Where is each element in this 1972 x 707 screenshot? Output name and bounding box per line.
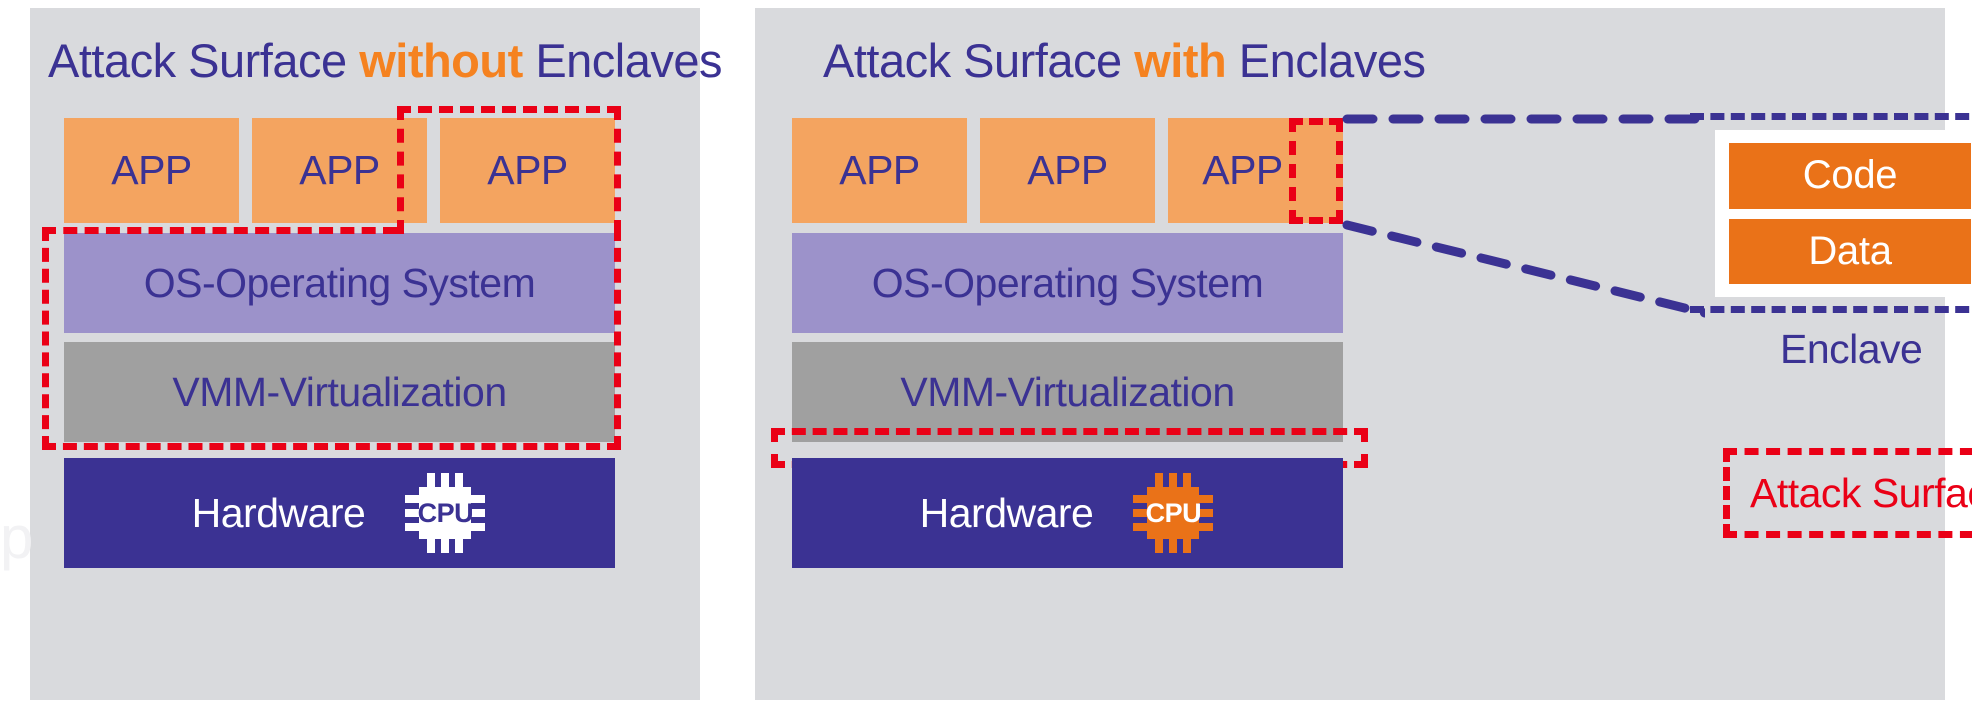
attack-surface-outline-os-vmm-top xyxy=(42,227,397,234)
left-title-highlight: without xyxy=(359,34,523,87)
cpu-icon: CPU xyxy=(403,471,487,555)
hardware-box[interactable]: Hardware CPU xyxy=(64,458,615,568)
os-box[interactable]: OS-Operating System xyxy=(792,233,1343,333)
right-title-highlight: with xyxy=(1134,34,1227,87)
enclave-caption: Enclave xyxy=(1780,326,1923,372)
os-label: OS-Operating System xyxy=(871,259,1264,306)
vmm-box[interactable]: VMM-Virtualization xyxy=(792,342,1343,442)
right-title-prefix: Attack Surface xyxy=(823,34,1135,87)
hardware-label: Hardware xyxy=(191,489,366,536)
left-panel-title: Attack Surface without Enclaves xyxy=(48,33,723,88)
cpu-icon: CPU xyxy=(1131,471,1215,555)
app-label: APP xyxy=(111,147,192,193)
left-title-suffix: Enclaves xyxy=(522,34,723,87)
app-label: APP xyxy=(839,147,920,193)
hardware-box[interactable]: Hardware CPU xyxy=(792,458,1343,568)
hardware-label: Hardware xyxy=(919,489,1094,536)
watermark: p xyxy=(0,504,34,571)
cpu-label: CPU xyxy=(417,497,474,528)
attack-surface-outline-app xyxy=(397,106,621,234)
panel-with-enclaves: Attack Surface with Enclaves APP APP APP… xyxy=(755,8,1972,700)
left-title-prefix: Attack Surface xyxy=(48,34,360,87)
enclave-box[interactable]: Code Data xyxy=(1715,130,1972,297)
app-box-1[interactable]: APP xyxy=(792,118,967,223)
enclave-data-label: Data xyxy=(1808,228,1892,273)
legend-attack-surface-label: Attack Surface xyxy=(1750,470,1972,516)
app-box-2[interactable]: APP xyxy=(980,118,1155,223)
app-label: APP xyxy=(299,147,380,193)
right-title-suffix: Enclaves xyxy=(1226,34,1426,87)
app-box-1[interactable]: APP xyxy=(64,118,239,223)
vmm-label: VMM-Virtualization xyxy=(900,368,1235,415)
enclave-connector-lines xyxy=(1342,114,1705,318)
attack-surface-outline-app-left xyxy=(397,106,404,234)
enclave-code-label: Code xyxy=(1802,153,1898,198)
enclave-data-bar[interactable]: Data xyxy=(1729,218,1971,284)
enclave-code-bar[interactable]: Code xyxy=(1729,143,1971,209)
app-label: APP xyxy=(1027,147,1108,193)
right-panel-title: Attack Surface with Enclaves xyxy=(823,33,1426,88)
cpu-label: CPU xyxy=(1145,497,1202,528)
app-label: APP xyxy=(1202,147,1283,193)
attack-surface-outline-os-vmm-right xyxy=(614,227,621,450)
panel-without-enclaves: Attack Surface without Enclaves APP APP … xyxy=(0,8,723,700)
attack-surface-outline-os-vmm xyxy=(42,227,621,450)
